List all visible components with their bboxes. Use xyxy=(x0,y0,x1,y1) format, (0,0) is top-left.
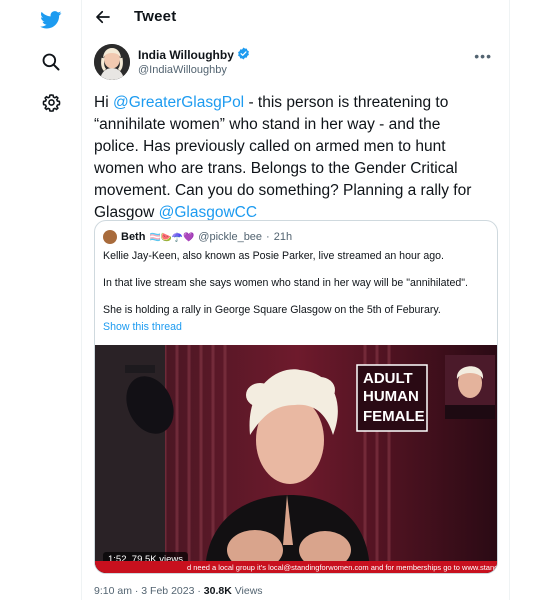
view-count: 30.8K xyxy=(203,585,232,597)
show-thread-link[interactable]: Show this thread xyxy=(103,321,182,333)
search-icon[interactable] xyxy=(39,50,63,74)
video-ticker: d need a local group it's local@standing… xyxy=(95,561,497,573)
view-label: Views xyxy=(234,585,263,597)
text-span: Hi xyxy=(94,94,113,111)
more-options-icon[interactable]: ••• xyxy=(474,48,492,64)
text-span: Glasgow xyxy=(94,204,159,221)
video-frame: ADULT HUMAN FEMALE xyxy=(95,345,497,573)
mention-link[interactable]: @GlasgowCC xyxy=(159,204,257,221)
separator-dot: · xyxy=(266,231,270,243)
settings-gear-icon[interactable] xyxy=(39,90,63,114)
tweet-text: Hi @GreaterGlasgPol - this person is thr… xyxy=(94,92,494,224)
quoted-tweet-header: Beth 🏳️‍⚧️🍉☂️💜 @pickle_bee · 21h xyxy=(103,229,292,245)
name-emojis: 🏳️‍⚧️🍉☂️💜 xyxy=(149,231,195,242)
tweet-date[interactable]: 3 Feb 2023 xyxy=(141,585,194,597)
quoted-tweet-text: Kellie Jay-Keen, also known as Posie Par… xyxy=(103,249,491,330)
separator-dot: · xyxy=(197,585,201,597)
author-handle[interactable]: @IndiaWilloughby xyxy=(138,64,227,76)
text-span: police. Has previously called on armed m… xyxy=(94,138,446,155)
separator-dot: · xyxy=(134,585,139,597)
quoted-paragraph: Kellie Jay-Keen, also known as Posie Par… xyxy=(103,250,444,262)
verified-badge-icon xyxy=(237,47,250,63)
tweet-line: women who are trans. Belongs to the Gend… xyxy=(94,158,494,180)
tweet-line: Hi @GreaterGlasgPol - this person is thr… xyxy=(94,92,494,114)
tweet-time[interactable]: 9:10 am xyxy=(94,585,132,597)
quoted-author-handle: @pickle_bee xyxy=(198,231,263,243)
quoted-paragraph: In that live stream she says women who s… xyxy=(103,277,468,289)
avatar xyxy=(103,230,117,244)
text-span: “annihilate women” who stand in her way … xyxy=(94,116,441,133)
tweet-line: “annihilate women” who stand in her way … xyxy=(94,114,494,136)
mention-link[interactable]: @GreaterGlasgPol xyxy=(113,94,244,111)
quoted-tweet-time: 21h xyxy=(273,231,293,243)
tweet-author: India Willoughby @IndiaWilloughby ••• xyxy=(94,44,498,80)
text-span: - this person is threatening to xyxy=(244,94,449,111)
quoted-tweet[interactable]: Beth 🏳️‍⚧️🍉☂️💜 @pickle_bee · 21h Kellie … xyxy=(94,220,498,574)
author-name-text: India Willoughby xyxy=(138,48,234,62)
author-name[interactable]: India Willoughby xyxy=(138,47,250,63)
tweet-footer: 9:10 am · 3 Feb 2023 · 30.8K Views xyxy=(94,585,263,597)
avatar[interactable] xyxy=(94,44,130,80)
quoted-paragraph: She is holding a rally in George Square … xyxy=(103,304,441,316)
sign-line: HUMAN xyxy=(363,388,419,405)
text-span: women who are trans. Belongs to the Gend… xyxy=(94,160,458,177)
page-title: Tweet xyxy=(134,8,177,25)
twitter-bird-icon[interactable] xyxy=(39,8,63,32)
text-span: movement. Can you do something? Planning… xyxy=(94,182,472,199)
quoted-author-name: Beth xyxy=(121,231,146,243)
tweet-detail-column: Tweet India Willoughby @IndiaWilloughby … xyxy=(82,0,510,600)
tweet-line: movement. Can you do something? Planning… xyxy=(94,180,494,202)
sign-line: ADULT xyxy=(363,370,413,387)
page-header: Tweet xyxy=(82,0,510,36)
left-nav-rail xyxy=(0,0,82,600)
back-arrow-icon[interactable] xyxy=(94,8,114,28)
tweet-line: police. Has previously called on armed m… xyxy=(94,136,494,158)
video-player[interactable]: ADULT HUMAN FEMALE 1:52 79.5K views d ne… xyxy=(95,345,497,573)
sign-line: FEMALE xyxy=(363,408,425,425)
